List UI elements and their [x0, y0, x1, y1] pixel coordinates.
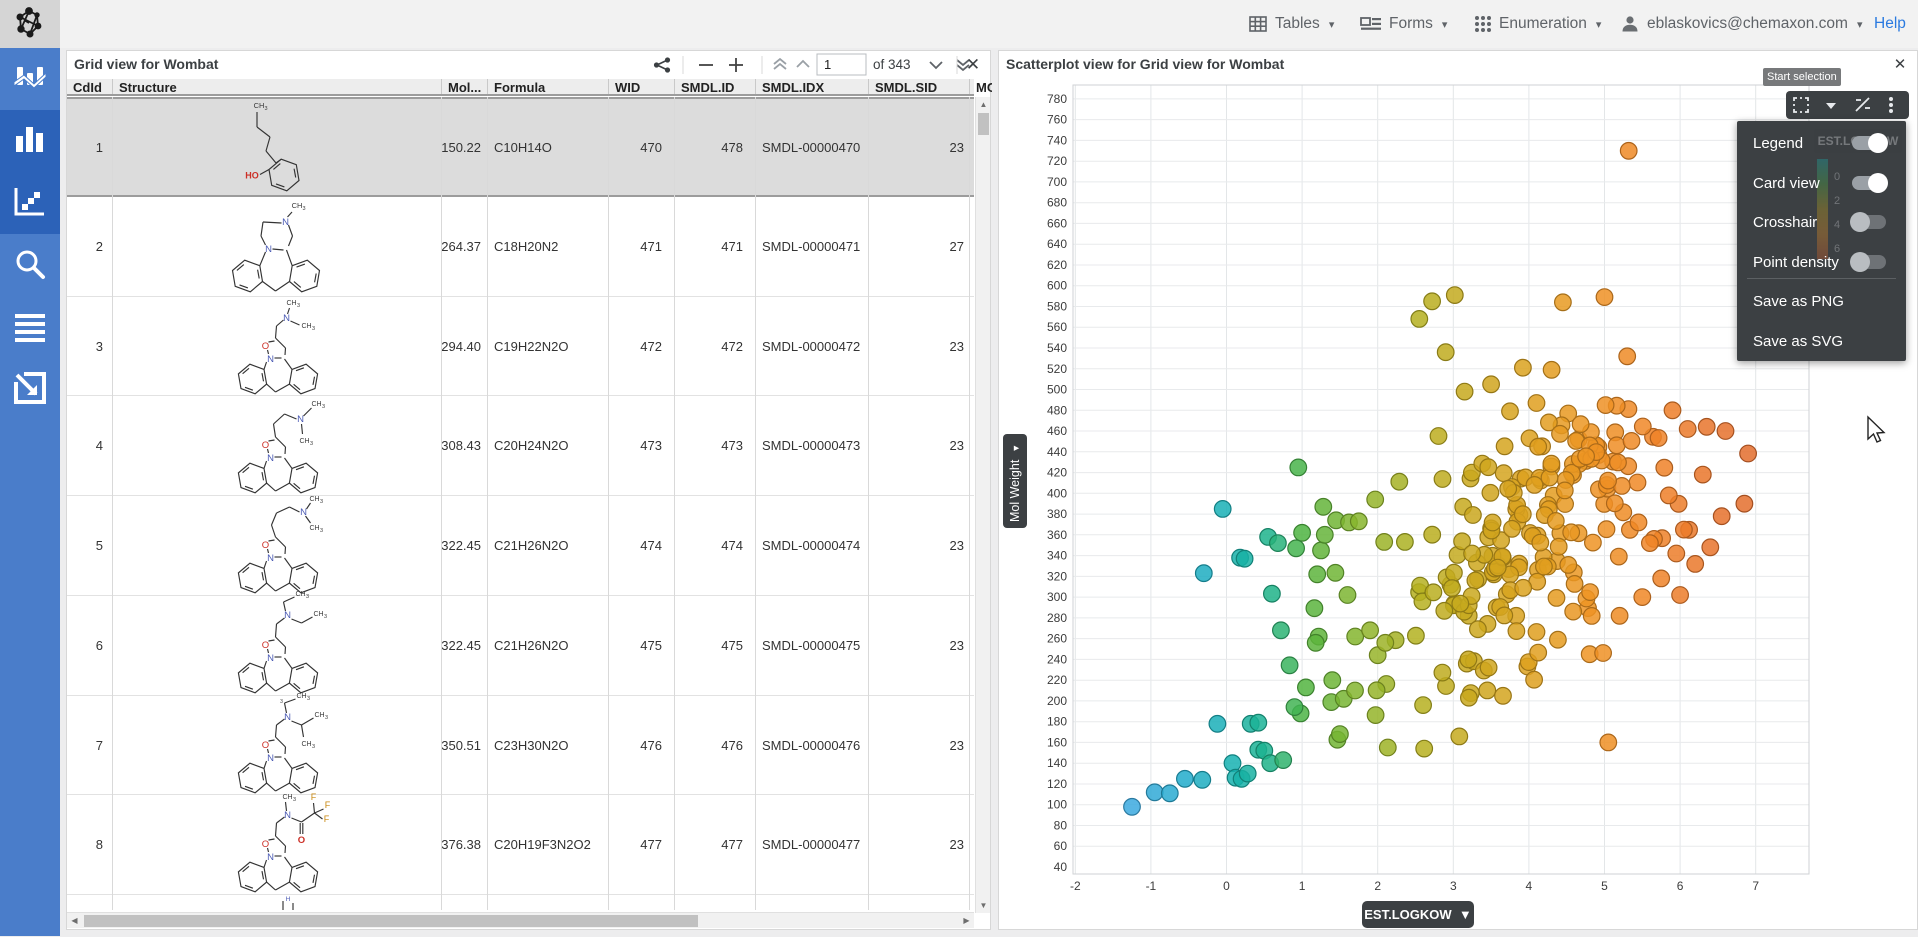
svg-text:260: 260 — [1047, 632, 1067, 646]
svg-text:-2: -2 — [1070, 879, 1081, 893]
svg-text:80: 80 — [1054, 819, 1068, 833]
svg-text:100: 100 — [1047, 798, 1067, 812]
svg-text:160: 160 — [1047, 735, 1067, 749]
svg-text:5: 5 — [1601, 879, 1608, 893]
svg-text:40: 40 — [1054, 860, 1068, 874]
svg-text:180: 180 — [1047, 715, 1067, 729]
svg-text:120: 120 — [1047, 777, 1067, 791]
svg-text:200: 200 — [1047, 694, 1067, 708]
svg-text:400: 400 — [1047, 486, 1067, 500]
svg-text:140: 140 — [1047, 756, 1067, 770]
svg-text:240: 240 — [1047, 652, 1067, 666]
svg-text:3: 3 — [1450, 879, 1457, 893]
svg-text:-1: -1 — [1146, 879, 1157, 893]
svg-text:300: 300 — [1047, 590, 1067, 604]
svg-text:740: 740 — [1047, 133, 1067, 147]
svg-text:580: 580 — [1047, 300, 1067, 314]
svg-text:720: 720 — [1047, 154, 1067, 168]
svg-text:340: 340 — [1047, 549, 1067, 563]
svg-text:520: 520 — [1047, 362, 1067, 376]
svg-text:2: 2 — [1374, 879, 1381, 893]
svg-text:440: 440 — [1047, 445, 1067, 459]
svg-text:4: 4 — [1526, 879, 1533, 893]
svg-text:320: 320 — [1047, 569, 1067, 583]
svg-text:620: 620 — [1047, 258, 1067, 272]
svg-text:600: 600 — [1047, 279, 1067, 293]
svg-text:0: 0 — [1223, 879, 1230, 893]
svg-text:560: 560 — [1047, 320, 1067, 334]
svg-text:280: 280 — [1047, 611, 1067, 625]
svg-text:6: 6 — [1677, 879, 1684, 893]
svg-text:760: 760 — [1047, 113, 1067, 127]
svg-text:660: 660 — [1047, 216, 1067, 230]
svg-text:500: 500 — [1047, 383, 1067, 397]
svg-text:480: 480 — [1047, 403, 1067, 417]
svg-text:640: 640 — [1047, 237, 1067, 251]
svg-text:360: 360 — [1047, 528, 1067, 542]
svg-text:700: 700 — [1047, 175, 1067, 189]
svg-text:680: 680 — [1047, 196, 1067, 210]
svg-text:460: 460 — [1047, 424, 1067, 438]
svg-text:7: 7 — [1752, 879, 1759, 893]
svg-text:60: 60 — [1054, 839, 1068, 853]
svg-text:420: 420 — [1047, 466, 1067, 480]
svg-text:1: 1 — [1299, 879, 1306, 893]
svg-text:220: 220 — [1047, 673, 1067, 687]
svg-text:780: 780 — [1047, 92, 1067, 106]
svg-text:380: 380 — [1047, 507, 1067, 521]
svg-text:540: 540 — [1047, 341, 1067, 355]
